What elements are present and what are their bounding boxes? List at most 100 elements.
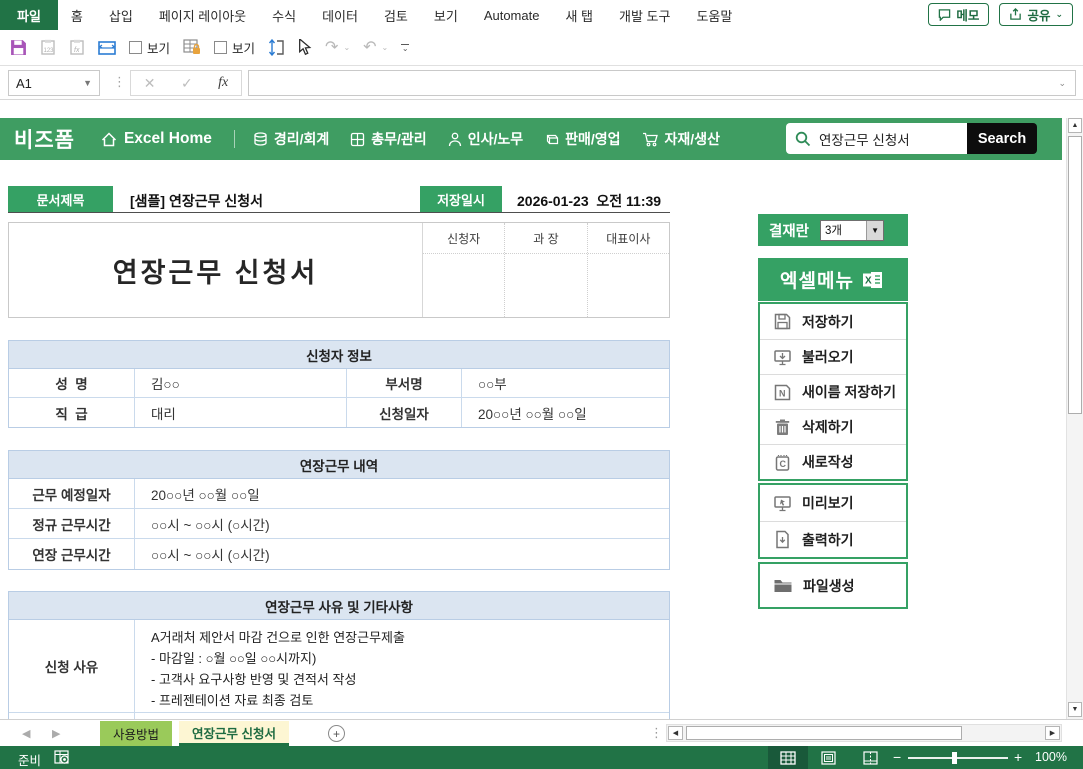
prev-sheet-icon[interactable]: ◀ xyxy=(22,727,30,740)
share-button[interactable]: 공유 ⌄ xyxy=(999,3,1073,26)
menu-item-label: 파일생성 xyxy=(803,577,855,594)
bizforms-logo[interactable]: 비즈폼 xyxy=(14,124,75,154)
horizontal-scrollbar[interactable]: ◀ ▶ xyxy=(666,724,1062,742)
insert-function-button[interactable]: fx xyxy=(218,75,228,91)
scroll-left-icon[interactable]: ◀ xyxy=(668,726,683,740)
apply-date-label: 신청일자 xyxy=(346,398,461,427)
sheet-tab-usage[interactable]: 사용방법 xyxy=(100,721,173,746)
approval-signature-cell[interactable] xyxy=(423,254,504,317)
menu-accounting[interactable]: 경리/회계 xyxy=(253,129,329,149)
position-value[interactable]: 대리 xyxy=(134,398,346,427)
form-title-block: 연장근무 신청서 신청자 과 장 대표이사 xyxy=(8,222,670,318)
zoom-slider[interactable] xyxy=(908,757,1008,759)
menu-item-new[interactable]: C 새로작성 xyxy=(760,444,906,479)
tab-home[interactable]: 홈 xyxy=(58,0,96,30)
page-break-view-button[interactable] xyxy=(850,746,890,769)
table-row: 정규 근무시간 ○○시 ~ ○○시 (○시간) xyxy=(9,509,669,539)
add-sheet-icon[interactable]: + xyxy=(328,725,345,742)
scroll-down-icon[interactable]: ▼ xyxy=(1068,702,1082,717)
zoom-slider-handle[interactable] xyxy=(952,752,957,764)
approval-signature-cell[interactable] xyxy=(505,254,586,317)
menu-hr-label: 인사/노무 xyxy=(467,131,524,147)
comments-button[interactable]: 메모 xyxy=(928,3,990,26)
page-layout-view-button[interactable] xyxy=(808,746,848,769)
view-checkbox-2[interactable]: 보기 xyxy=(214,38,255,57)
tab-data[interactable]: 데이터 xyxy=(309,0,371,30)
dropdown-arrow-icon[interactable]: ▼ xyxy=(866,220,884,240)
overtime-hours-value[interactable]: ○○시 ~ ○○시 (○시간) xyxy=(134,539,669,569)
next-sheet-icon[interactable]: ▶ xyxy=(52,727,60,740)
tab-view[interactable]: 보기 xyxy=(421,0,471,30)
vertical-scrollbar[interactable]: ▲ ▼ xyxy=(1066,118,1083,719)
department-value[interactable]: ○○부 xyxy=(461,369,669,397)
menu-item-load[interactable]: 불러오기 xyxy=(760,339,906,374)
scroll-right-icon[interactable]: ▶ xyxy=(1045,726,1060,740)
tab-automate[interactable]: Automate xyxy=(471,0,553,30)
menu-item-save-as[interactable]: N 새이름 저장하기 xyxy=(760,374,906,409)
excel-logo-icon: X xyxy=(862,270,886,290)
menu-item-print[interactable]: 출력하기 xyxy=(760,521,906,557)
name-value[interactable]: 김○○ xyxy=(134,369,346,397)
search-box[interactable] xyxy=(786,123,967,154)
tab-page-layout[interactable]: 페이지 레이아웃 xyxy=(146,0,259,30)
search-submit-button[interactable]: Search xyxy=(967,123,1037,154)
tab-developer[interactable]: 개발 도구 xyxy=(606,0,683,30)
name-box[interactable]: A1 ▼ xyxy=(8,70,100,96)
enter-icon[interactable]: ✓ xyxy=(181,75,193,92)
tab-help[interactable]: 도움말 xyxy=(683,0,745,30)
normal-view-button[interactable] xyxy=(768,746,808,769)
table-row: 근무 예정일자 20○○년 ○○월 ○○일 xyxy=(9,479,669,509)
view-checkbox-2-label: 보기 xyxy=(232,42,256,56)
paste-formulas-button[interactable]: fx xyxy=(69,39,85,56)
apply-date-value[interactable]: 20○○년 ○○월 ○○일 xyxy=(461,398,669,427)
row-height-button[interactable] xyxy=(268,39,285,56)
macro-record-icon[interactable] xyxy=(54,750,70,765)
status-bar: 준비 − + 100% xyxy=(0,746,1083,769)
menu-production[interactable]: 자재/생산 xyxy=(642,129,720,149)
select-cursor-button[interactable] xyxy=(298,39,312,56)
menu-hr[interactable]: 인사/노무 xyxy=(448,129,523,149)
menu-sales[interactable]: 판매/영업 xyxy=(544,129,621,149)
zoom-level[interactable]: 100% xyxy=(1035,750,1067,764)
print-icon xyxy=(773,530,792,549)
search-input[interactable] xyxy=(819,131,949,146)
view-checkbox-1[interactable]: 보기 xyxy=(129,38,170,57)
work-date-value[interactable]: 20○○년 ○○월 ○○일 xyxy=(134,479,669,508)
menu-admin[interactable]: 총무/관리 xyxy=(350,129,427,149)
protect-sheet-button[interactable] xyxy=(183,39,201,56)
save-button[interactable] xyxy=(10,39,27,56)
redo-button[interactable]: ↷ ⌄ xyxy=(325,39,350,56)
zoom-in-icon[interactable]: + xyxy=(1014,749,1022,765)
preview-icon xyxy=(773,494,792,513)
tab-insert[interactable]: 삽입 xyxy=(96,0,146,30)
vertical-scrollbar-thumb[interactable] xyxy=(1068,136,1082,414)
paste-values-button[interactable]: 123 xyxy=(40,39,56,56)
sheet-tab-overtime-form[interactable]: 연장근무 신청서 xyxy=(179,721,289,746)
freeze-panes-button[interactable] xyxy=(98,40,116,56)
approval-column: 대표이사 xyxy=(587,223,669,317)
menu-item-label: 삭제하기 xyxy=(802,419,854,435)
tab-review[interactable]: 검토 xyxy=(371,0,421,30)
approval-signature-cell[interactable] xyxy=(588,254,669,317)
formula-input[interactable] xyxy=(248,70,1076,96)
menu-item-file-create[interactable]: 파일생성 xyxy=(760,564,906,607)
regular-hours-value[interactable]: ○○시 ~ ○○시 (○시간) xyxy=(134,509,669,538)
menu-item-save[interactable]: 저장하기 xyxy=(760,304,906,339)
customize-toolbar-button[interactable]: ⌄ xyxy=(401,43,410,53)
cancel-icon[interactable]: ✕ xyxy=(144,75,156,92)
undo-button[interactable]: ↶ ⌄ xyxy=(363,39,388,56)
tab-file[interactable]: 파일 xyxy=(0,0,58,30)
tab-new-tab[interactable]: 새 탭 xyxy=(552,0,606,30)
zoom-out-icon[interactable]: − xyxy=(893,749,901,765)
new-document-icon: C xyxy=(773,453,792,472)
tab-formulas[interactable]: 수식 xyxy=(259,0,309,30)
scroll-up-icon[interactable]: ▲ xyxy=(1068,118,1082,133)
approval-count-dropdown[interactable]: 3개 ▼ xyxy=(820,219,885,241)
formula-expand-icon[interactable]: ⌄ xyxy=(1058,78,1066,89)
reason-text[interactable]: A거래처 제안서 마감 건으로 인한 연장근무제출 - 마감일 : ○월 ○○일… xyxy=(134,620,669,712)
horizontal-scrollbar-thumb[interactable] xyxy=(686,726,962,740)
menu-item-delete[interactable]: 삭제하기 xyxy=(760,409,906,444)
formula-bar: A1 ▼ ⋮ ✕ ✓ fx ⌄ xyxy=(0,66,1083,100)
excel-home-link[interactable]: Excel Home xyxy=(101,130,212,148)
menu-item-preview[interactable]: 미리보기 xyxy=(760,485,906,521)
